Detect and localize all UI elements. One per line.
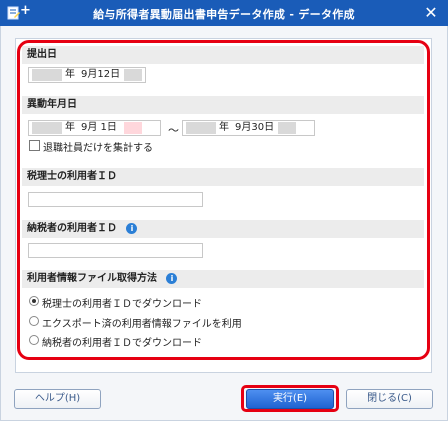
period-separator: ～ [168,124,179,137]
taxpayer-id-header: 納税者の利用者ＩＤ i [22,220,424,238]
close-icon[interactable]: ✕ [422,4,440,22]
submit-date-era-suffix: 年 [65,69,75,80]
change-to-era-suffix: 年 [219,122,229,133]
help-button[interactable]: ヘルプ(H) [14,389,101,409]
change-from-value: 9月 1日 [81,122,117,133]
submit-date-era-mask [32,69,62,81]
radio-label-download-accountant-id: 税理士の利用者ＩＤでダウンロード [42,299,202,310]
submit-date-label: 提出日 [27,49,57,60]
tax-accountant-id-label: 税理士の利用者ＩＤ [27,171,117,182]
change-from-era-mask [32,122,62,134]
submit-date-weekday-mask [124,69,142,81]
submit-date-header: 提出日 [22,46,424,64]
taxpayer-id-input[interactable] [28,243,203,258]
submit-date-field[interactable]: 年 9月12日 [28,67,146,83]
submit-date-value: 9月12日 [81,69,121,80]
user-info-file-label: 利用者情報ファイル取得方法 [27,273,157,284]
close-button[interactable]: 閉じる(C) [346,389,433,409]
taxpayer-id-info-icon[interactable]: i [126,222,138,234]
tax-accountant-id-header: 税理士の利用者ＩＤ [22,168,424,186]
title-bar: + 給与所得者異動届出書申告データ作成 - データ作成 ✕ [0,0,448,26]
retired-only-label: 退職社員だけを集計する [43,143,153,154]
radio-label-download-taxpayer-id: 納税者の利用者ＩＤでダウンロード [42,338,202,349]
retired-only-checkbox[interactable] [29,140,40,151]
change-to-value: 9月30日 [235,122,275,133]
radio-label-use-exported-file: エクスポート済の利用者情報ファイルを利用 [42,319,242,330]
radio-download-accountant-id[interactable] [29,296,39,306]
change-to-weekday-mask [278,122,296,134]
radio-use-exported-file[interactable] [29,316,39,326]
tax-accountant-id-input[interactable] [28,192,203,207]
change-to-field[interactable]: 年 9月30日 [182,120,315,136]
user-info-file-header: 利用者情報ファイル取得方法 i [22,270,424,288]
taxpayer-id-label: 納税者の利用者ＩＤ [27,223,117,234]
change-to-era-mask [186,122,216,134]
change-period-header: 異動年月日 [22,96,424,114]
execute-button[interactable]: 実行(E) [246,389,334,409]
user-info-file-info-icon[interactable]: i [166,272,178,284]
change-from-era-suffix: 年 [65,122,75,133]
change-period-label: 異動年月日 [27,99,77,110]
window-title: 給与所得者異動届出書申告データ作成 - データ作成 [93,8,355,21]
radio-download-taxpayer-id[interactable] [29,335,39,345]
change-from-weekday-mask [124,122,142,134]
change-from-field[interactable]: 年 9月 1日 [28,120,161,136]
